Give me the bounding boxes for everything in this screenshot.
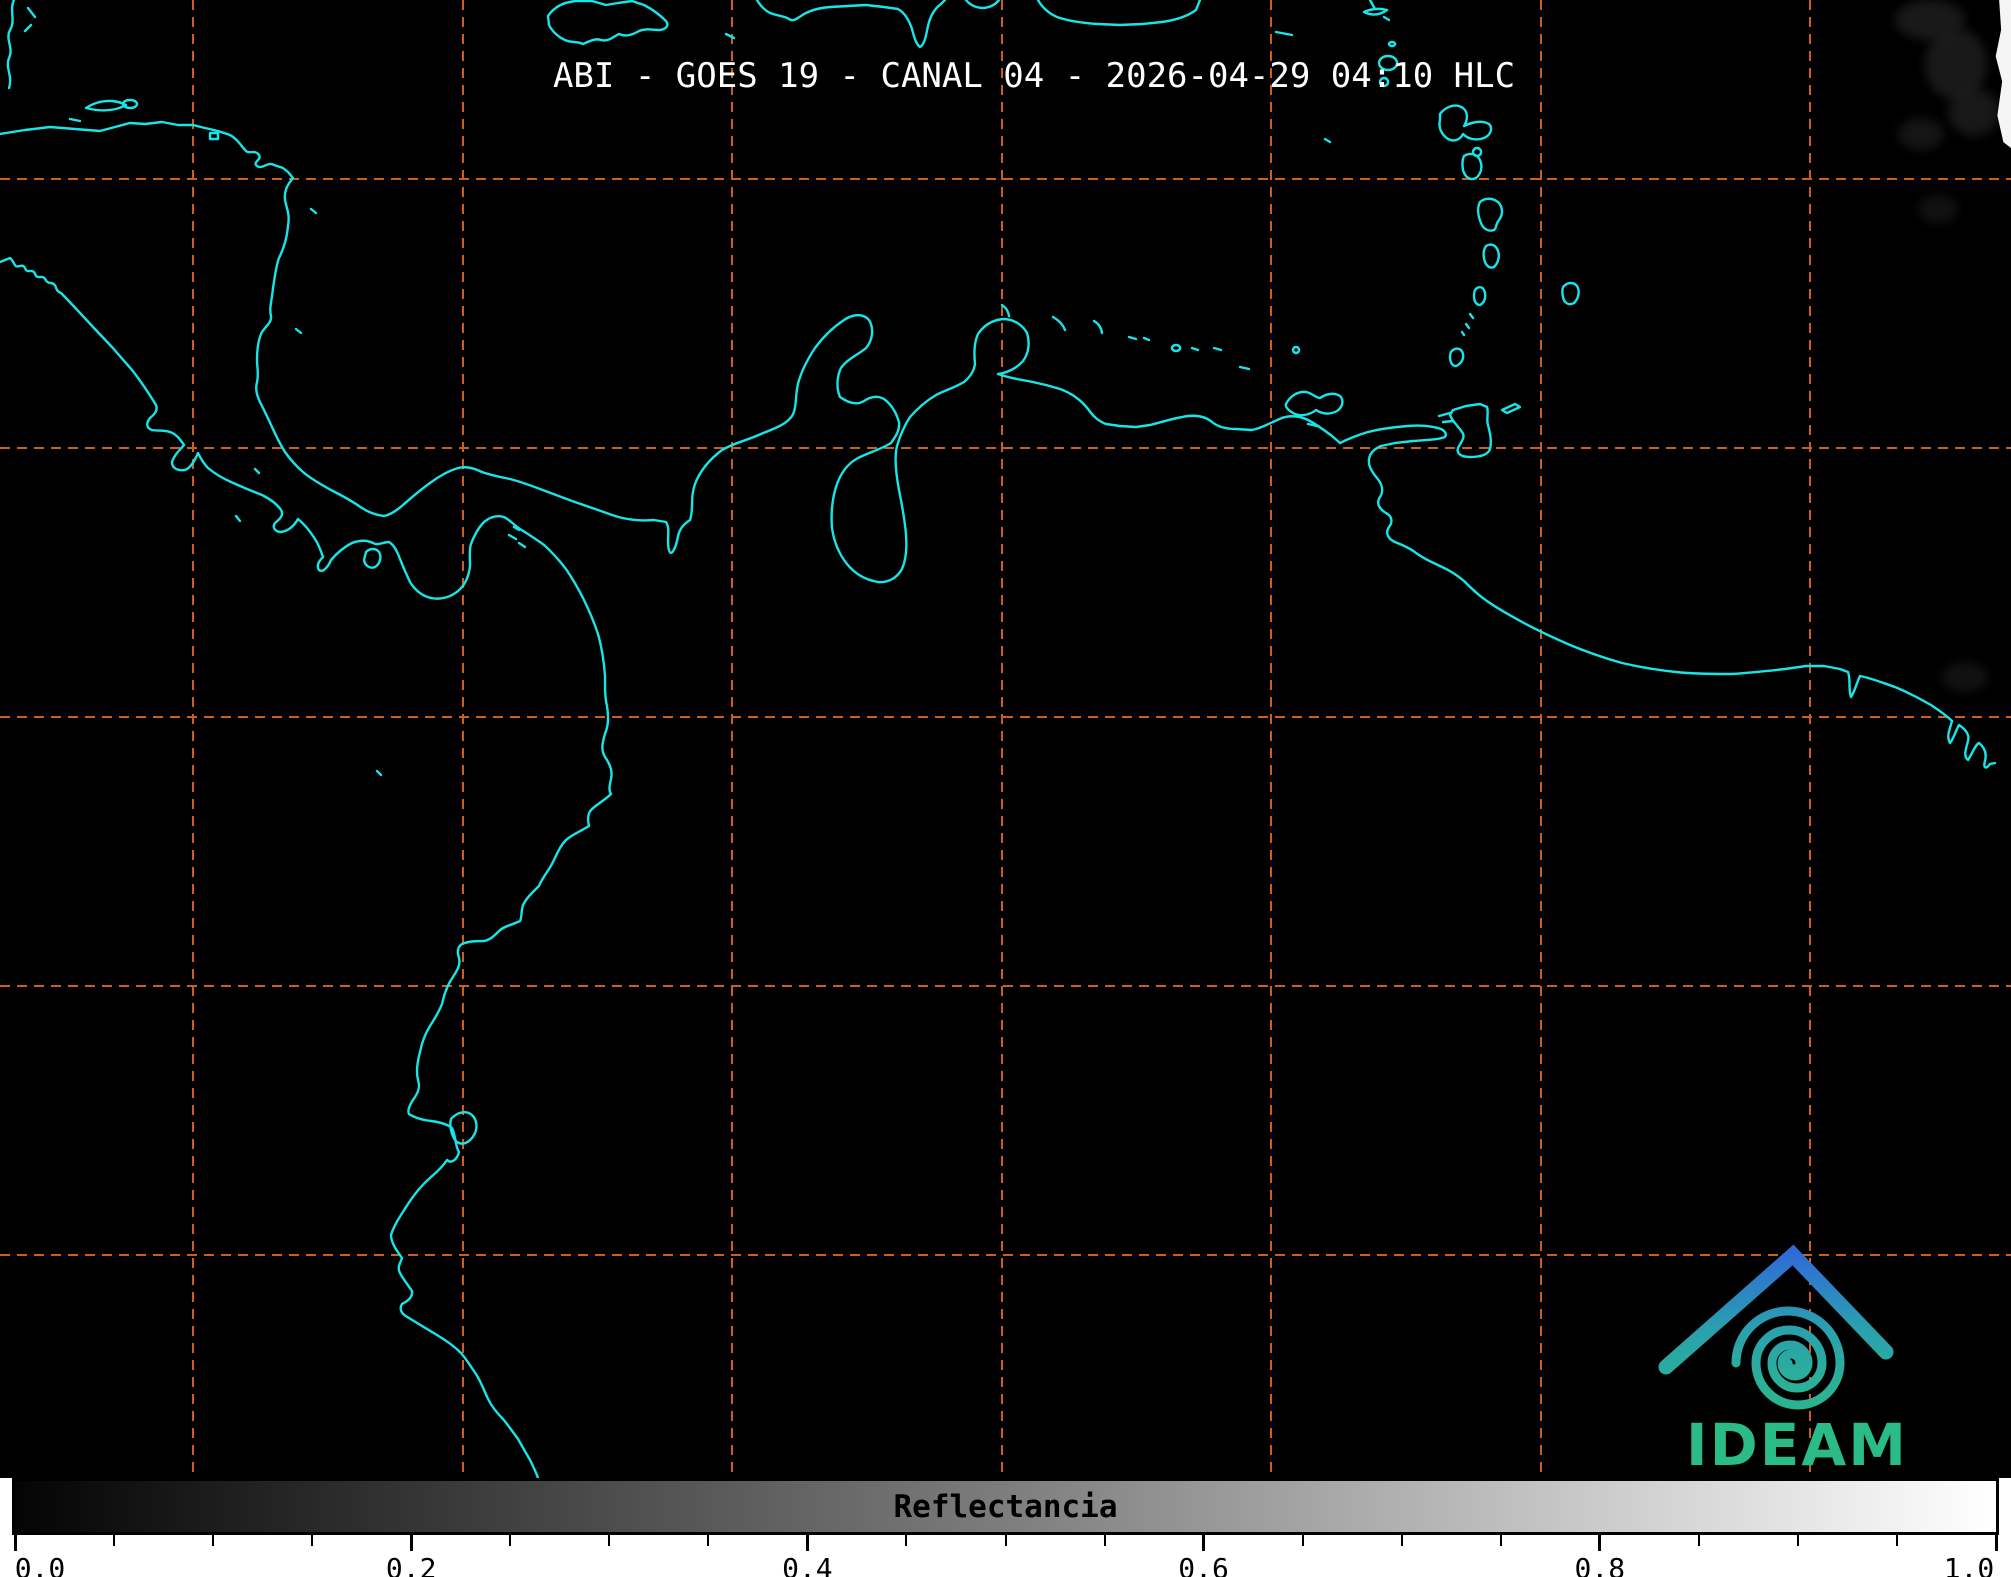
tick-mark	[409, 1535, 413, 1551]
tick-label: 1.0	[1943, 1552, 1995, 1577]
tick-mark	[1895, 1535, 1898, 1546]
tick-mark	[1796, 1535, 1799, 1546]
colorbar: Reflectancia	[12, 1478, 1999, 1535]
tick-mark	[1994, 1535, 1998, 1551]
tick-mark	[311, 1535, 314, 1546]
tick-label: 0.4	[782, 1552, 833, 1577]
tick-mark	[1004, 1535, 1007, 1546]
logo-text: IDEAM	[1686, 1411, 1908, 1478]
tick-mark	[707, 1535, 710, 1546]
tick-label: 0.0	[14, 1552, 66, 1577]
tick-mark	[1202, 1535, 1206, 1551]
tick-mark	[1697, 1535, 1700, 1546]
colorbar-title: Reflectancia	[893, 1489, 1118, 1525]
tick-mark	[905, 1535, 908, 1546]
logo-spiral-icon	[1731, 1306, 1845, 1410]
tick-label: 0.2	[385, 1552, 437, 1577]
tick-mark	[113, 1535, 116, 1546]
tick-mark	[1499, 1535, 1502, 1546]
colorbar-area: Reflectancia 0.0 0.2 0.4 0.6 0.8 1.0	[0, 1478, 2011, 1577]
map-canvas: ABI - GOES 19 - CANAL 04 - 2026-04-29 04…	[0, 0, 2011, 1478]
tick-label: 0.6	[1178, 1552, 1229, 1577]
tick-mark	[1103, 1535, 1106, 1546]
ideam-logo: IDEAM	[1658, 1244, 1908, 1478]
tick-mark	[1598, 1535, 1602, 1551]
tick-mark	[1301, 1535, 1304, 1546]
tick-label: 0.8	[1574, 1552, 1626, 1577]
colorbar-tick-labels: 0.0 0.2 0.4 0.6 0.8 1.0	[0, 1552, 2011, 1577]
tick-mark	[212, 1535, 215, 1546]
tick-mark	[805, 1535, 809, 1551]
tick-mark	[608, 1535, 611, 1546]
colorbar-ticks	[0, 1535, 2011, 1553]
satellite-image-viewer: ABI - GOES 19 - CANAL 04 - 2026-04-29 04…	[0, 0, 2011, 1577]
tick-mark	[1400, 1535, 1403, 1546]
tick-mark	[509, 1535, 512, 1546]
tick-mark	[13, 1535, 17, 1551]
